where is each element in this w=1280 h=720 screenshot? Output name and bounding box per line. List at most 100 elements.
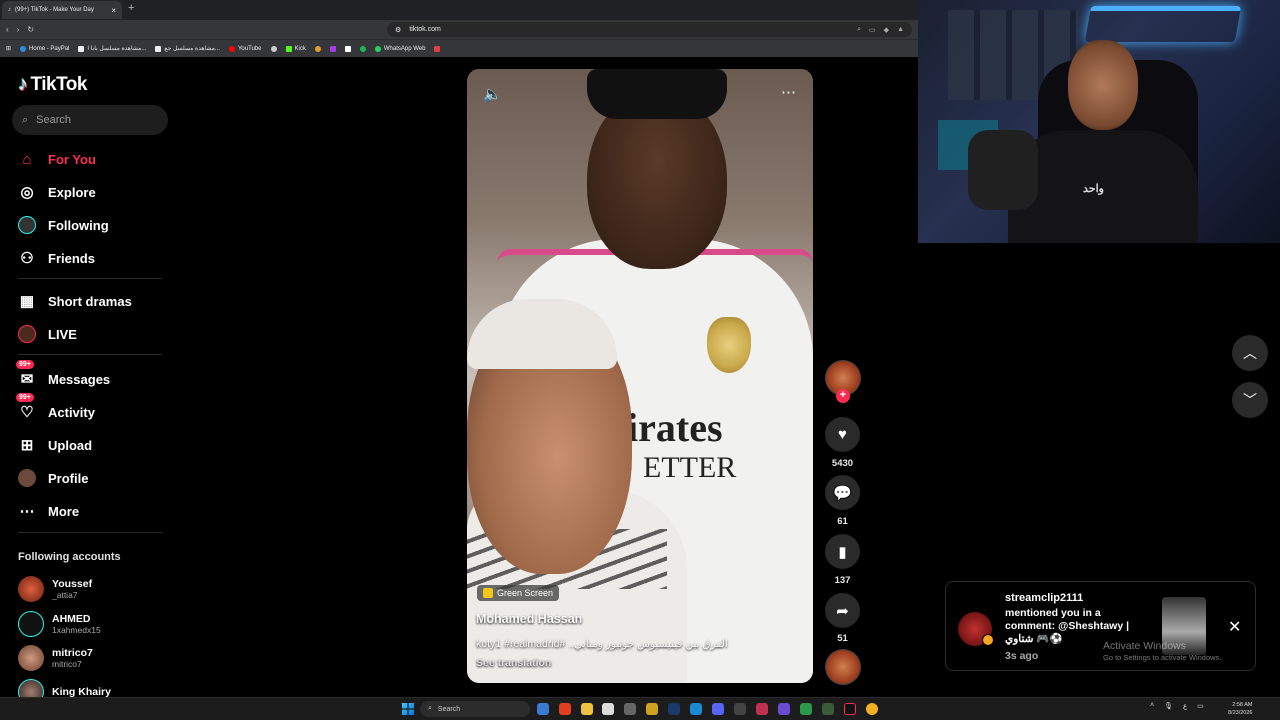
nav-for-you[interactable]: ⌂ For You bbox=[18, 148, 95, 170]
chrome-icon[interactable] bbox=[866, 703, 878, 715]
close-icon[interactable]: ✕ bbox=[1228, 617, 1241, 637]
nav-profile[interactable]: Profile bbox=[18, 467, 88, 489]
search-icon: ⌕ bbox=[22, 113, 29, 126]
bookmark-icon-2[interactable] bbox=[329, 45, 336, 52]
app-icon[interactable] bbox=[800, 703, 812, 715]
bookmark-icon-spotify[interactable] bbox=[359, 45, 366, 52]
nav-explore[interactable]: ◎ Explore bbox=[18, 181, 95, 203]
activate-windows-watermark: Activate Windows bbox=[1103, 640, 1186, 652]
nav-activity[interactable]: ♡ 99+ Activity bbox=[16, 393, 95, 423]
sound-disc-avatar[interactable] bbox=[825, 649, 861, 685]
reload-icon[interactable]: ↻ bbox=[27, 25, 34, 34]
tiktok-logo[interactable]: ♪ TikTok bbox=[18, 73, 87, 96]
next-video-button[interactable]: ﹀ bbox=[1232, 382, 1268, 418]
steam-icon[interactable] bbox=[668, 703, 680, 715]
taskbar-search[interactable]: ⌕ Search bbox=[420, 701, 530, 717]
site-info-icon[interactable]: ⚙ bbox=[395, 26, 401, 34]
bookmark-series-2[interactable]: مشاهدة مسلسل جع... bbox=[155, 45, 220, 52]
bookmark-icon-1[interactable] bbox=[314, 45, 321, 52]
address-bar[interactable]: ⚙ tiktok.com ⌕ ▭ ◆ ▲ bbox=[387, 22, 912, 37]
back-icon[interactable]: ‹ bbox=[6, 25, 9, 34]
video-player[interactable]: irates ETTER 🔈 ⋯ Green Screen Mohamed Ha… bbox=[467, 69, 813, 683]
apps-grid-icon[interactable]: ⊞ bbox=[6, 45, 11, 52]
forward-icon[interactable]: › bbox=[17, 25, 20, 34]
real-madrid-crest-icon bbox=[707, 317, 751, 373]
file-explorer-icon[interactable] bbox=[581, 703, 593, 715]
edge-icon[interactable] bbox=[690, 703, 702, 715]
like-button[interactable]: ♥ bbox=[825, 417, 860, 452]
save-button[interactable]: ▮ bbox=[825, 534, 860, 569]
effect-tag[interactable]: Green Screen bbox=[477, 585, 560, 601]
zoom-icon[interactable]: ⌕ bbox=[857, 26, 861, 34]
webcam-overlay: واحد bbox=[918, 0, 1280, 243]
alert-icon[interactable]: ▲ bbox=[897, 26, 904, 34]
nav-friends[interactable]: ⚇ Friends bbox=[18, 247, 95, 269]
network-icon[interactable]: ▭ bbox=[1197, 702, 1204, 710]
comment-button[interactable]: 💬 bbox=[825, 475, 860, 510]
bookmark-icon-chatgpt[interactable] bbox=[270, 45, 277, 52]
see-translation-link[interactable]: See translation bbox=[476, 657, 551, 669]
account-item[interactable]: AHMED 1xahmedx15 bbox=[18, 611, 101, 637]
nav-following[interactable]: Following bbox=[18, 214, 109, 236]
nav-live[interactable]: LIVE bbox=[18, 323, 77, 345]
app-icon[interactable] bbox=[734, 703, 746, 715]
extension-icon[interactable]: ◆ bbox=[884, 26, 889, 34]
more-options-icon[interactable]: ⋯ bbox=[781, 83, 796, 101]
nav-upload[interactable]: ⊞ Upload bbox=[18, 434, 92, 456]
bookmark-icon-3[interactable] bbox=[344, 45, 351, 52]
windows-taskbar: ⌕ Search ˄ 🎙 ع ▭ 2:58 AM 8/23/2026 bbox=[0, 697, 1280, 720]
close-tab-icon[interactable]: × bbox=[111, 6, 116, 15]
brave-icon[interactable] bbox=[559, 703, 571, 715]
bookmark-kick[interactable]: Kick bbox=[285, 45, 306, 52]
bookmark-paypal[interactable]: Home - PayPal bbox=[20, 45, 69, 52]
comment-count: 61 bbox=[837, 516, 848, 527]
tiktok-sidebar: ♪ TikTok ⌕ Search ⌂ For You ◎ Explore Fo… bbox=[0, 57, 180, 705]
nav-messages[interactable]: ✉ 99+ Messages bbox=[16, 360, 110, 390]
account-item[interactable]: Youssef _attia7 bbox=[18, 576, 92, 602]
volume-icon[interactable]: 🔈 bbox=[483, 85, 502, 103]
share-button[interactable]: ➦ bbox=[825, 593, 860, 628]
language-icon[interactable]: ع bbox=[1183, 702, 1187, 710]
shirt-sponsor-text: irates bbox=[627, 405, 723, 450]
cast-icon[interactable]: ▭ bbox=[869, 26, 876, 34]
webcam-shape bbox=[1068, 40, 1138, 130]
neon-light-shape bbox=[1084, 6, 1242, 42]
share-count: 51 bbox=[837, 633, 848, 644]
taskbar-clock[interactable]: 2:58 AM 8/23/2026 bbox=[1228, 701, 1252, 717]
tiktok-note-icon: ♪ bbox=[18, 73, 28, 95]
browser-tab[interactable]: ♪ (99+) TikTok - Make Your Day × bbox=[2, 1, 122, 19]
save-count: 137 bbox=[834, 575, 851, 586]
follow-plus-icon[interactable]: + bbox=[836, 389, 850, 403]
sidebar-divider bbox=[18, 354, 162, 355]
copilot-icon[interactable] bbox=[537, 703, 549, 715]
app-icon[interactable] bbox=[756, 703, 768, 715]
tiktok-app-icon[interactable] bbox=[844, 703, 856, 715]
search-input[interactable]: ⌕ Search bbox=[12, 105, 168, 135]
messages-badge: 99+ bbox=[16, 360, 34, 369]
store-icon[interactable] bbox=[602, 703, 614, 715]
chevron-up-icon[interactable]: ˄ bbox=[1150, 702, 1154, 710]
discord-icon[interactable] bbox=[712, 703, 724, 715]
app-icon[interactable] bbox=[646, 703, 658, 715]
previous-video-button[interactable]: ︿ bbox=[1232, 335, 1268, 371]
app-icon[interactable] bbox=[822, 703, 834, 715]
new-tab-icon[interactable]: + bbox=[128, 2, 134, 14]
bookmark-youtube[interactable]: YouTube bbox=[228, 45, 262, 52]
friends-icon: ⚇ bbox=[20, 250, 34, 267]
system-tray: ˄ 🎙 ع ▭ bbox=[1150, 702, 1204, 710]
mic-icon[interactable]: 🎙 bbox=[1164, 702, 1173, 710]
nav-short-dramas[interactable]: ▦ Short dramas bbox=[18, 290, 132, 312]
video-author[interactable]: Mohamed Hassan bbox=[476, 612, 582, 626]
settings-icon[interactable] bbox=[624, 703, 636, 715]
nav-more[interactable]: ⋯ More bbox=[18, 500, 80, 522]
app-icon[interactable] bbox=[778, 703, 790, 715]
sidebar-divider bbox=[18, 532, 162, 533]
bookmark-series-1[interactable]: مشاهدة مسلسل بابا ا... bbox=[78, 45, 146, 52]
bookmark-icon-4[interactable] bbox=[434, 45, 441, 52]
sidebar-divider bbox=[18, 278, 162, 279]
windows-start-icon[interactable] bbox=[402, 703, 414, 715]
like-count: 5430 bbox=[831, 458, 854, 469]
following-accounts-title: Following accounts bbox=[18, 551, 121, 563]
account-item[interactable]: mitrico7 mitrico7 bbox=[18, 645, 93, 671]
bookmark-whatsapp[interactable]: WhatsApp Web bbox=[374, 45, 425, 52]
